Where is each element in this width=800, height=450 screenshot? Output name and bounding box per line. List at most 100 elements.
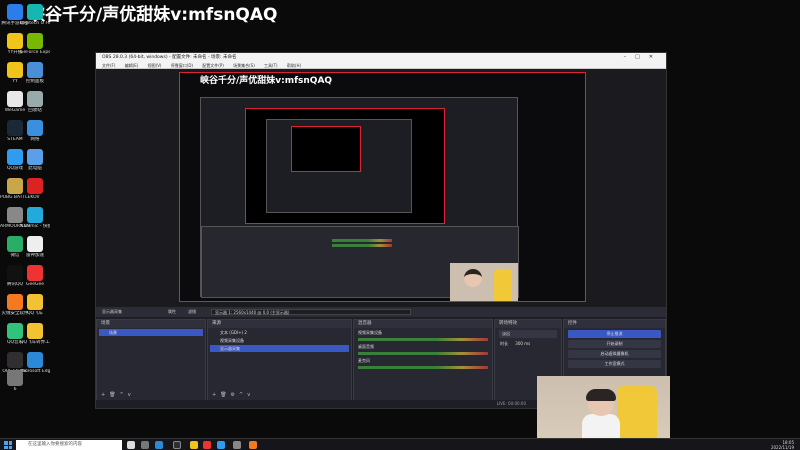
filters-button[interactable]: 滤镜 [188,307,196,317]
obs-title: OBS 28.0.3 (64-bit, windows) - 配置文件: 未命名… [102,55,237,60]
desktop-icon-label: 雷神加速 [26,253,44,258]
menu-tools[interactable]: 工具(T) [264,63,278,68]
desktop-icon[interactable]: 雷神加速 [20,236,50,258]
app-icon [27,178,43,194]
transitions-header: 转场特效 [495,320,561,328]
nested-meter [332,239,392,242]
desktop-icon[interactable]: Nahimic - 快捷方式 [20,207,50,229]
app-icon [27,149,43,165]
app-icon [27,62,43,78]
menu-file[interactable]: 文件(F) [102,63,115,68]
desktop-icon-label: GeForce Experience [20,50,50,55]
menu-view[interactable]: 视图(V) [148,63,162,68]
desktop-icon[interactable]: 此电脑 [20,149,50,171]
scene-item[interactable]: 场景 [99,329,203,336]
folder-icon[interactable] [190,441,198,449]
app-icon [27,4,43,20]
desktop-icon[interactable]: GeeGee [20,265,50,287]
start-recording-button[interactable]: 开始录制 [568,340,661,348]
preview-overlay-title: 峡谷千分/声优甜妹v:mfsnQAQ [200,76,333,86]
gaming-chair [617,386,657,438]
desktop-icon[interactable]: 控制面板 [20,62,50,84]
app-icon [27,323,43,339]
properties-button[interactable]: 属性 [168,307,176,317]
scenes-toolbar[interactable]: +🗑^v [101,392,135,398]
desktop-icon[interactable]: GeForce Experience [20,33,50,55]
desktop-icon[interactable]: QQ飞车转界工具 [20,323,50,345]
tray-date: 2022/11/19 [770,445,794,450]
edge-icon[interactable] [155,441,163,449]
desktop-icon[interactable]: KOV [20,178,50,200]
desktop-icon-label: QQ飞车转界工具 [20,340,50,345]
desktop-icon[interactable]: 回收站 [20,91,50,113]
transition-select[interactable]: 淡出 [499,330,557,338]
app-icon [27,265,43,281]
mixer-channel-name: 麦克风 [358,358,370,363]
obs-menubar: 文件(F) 编辑(E) 视图(V) 停靠窗口(D) 配置文件(P) 场景集合(S… [96,62,666,69]
live-status: LIVE: 00:00:00 [496,401,526,406]
scenes-dock: 场景 场景 +🗑^v [96,319,206,401]
mixer-meter [358,366,488,369]
menu-help[interactable]: 帮助(H) [287,63,301,68]
app-icon [27,207,43,223]
nested-webcam [450,263,518,301]
desktop-icon-label: 网络 [30,137,40,142]
app-icon[interactable] [249,441,257,449]
menu-docks[interactable]: 停靠窗口(D) [171,63,193,68]
sources-toolbar[interactable]: +🗑⚙^v [212,392,254,398]
desktop-icon-label: QQ飞车 [26,311,44,316]
mixer-header: 混音器 [354,320,492,328]
app-icon [27,236,43,252]
app-icon[interactable] [233,441,241,449]
app-icon [27,120,43,136]
studio-mode-button[interactable]: 工作室模式 [568,360,661,368]
desktop-icon-label: Nahimic - 快捷方式 [20,224,50,229]
menu-profile[interactable]: 配置文件(P) [202,63,224,68]
mixer-channel-name: 视频采集设备 [358,330,382,335]
desktop-icon-label: 6 [13,387,17,392]
app-icon [27,33,43,49]
source-toolbar: 显示器采集 属性 滤镜 显示器 1: 2560x1440 @ 0,0 (主显示器… [96,307,666,317]
task-view-icon[interactable] [127,441,135,449]
source-item[interactable]: 显示器采集 [210,345,349,352]
webcam-overlay [537,376,670,438]
source-item[interactable]: 视频采集设备 [210,337,349,344]
desktop-icon[interactable]: 网络 [20,120,50,142]
desktop-icon-label: Logitech G HUB [20,21,50,26]
virtual-camera-button[interactable]: 启动虚拟摄像机 [568,350,661,358]
display-select[interactable]: 显示器 1: 2560x1440 @ 0,0 (主显示器) [211,309,411,315]
stop-streaming-button[interactable]: 停止推流 [568,330,661,338]
source-item[interactable]: 文本 (GDI+) 2 [210,329,349,336]
menu-edit[interactable]: 编辑(E) [125,63,139,68]
desktop-icon[interactable]: 6 [0,370,30,392]
menu-scene-collection[interactable]: 场景集合(S) [233,63,255,68]
controls-header: 控件 [564,320,665,328]
app-icon [27,91,43,107]
app-icon [27,352,43,368]
desktop-icon-label: 此电脑 [28,166,42,171]
desktop-icon-label: KOV [30,195,40,200]
duration-value[interactable]: 300 ms [515,341,530,346]
app-icon[interactable] [217,441,225,449]
taskbar-search-input[interactable]: 在这里输入你要搜索的内容 [16,440,122,450]
window-controls[interactable]: –□✕ [624,53,662,62]
current-source-name: 显示器采集 [102,309,122,314]
desktop-icon[interactable]: Logitech G HUB [20,4,50,26]
app-icon [7,370,23,386]
mixer-channel-name: 桌面音频 [358,344,374,349]
obs-taskbar-icon[interactable] [173,441,181,449]
app-icon[interactable] [203,441,211,449]
sources-dock: 来源 文本 (GDI+) 2 视频采集设备 显示器采集 +🗑⚙^v [207,319,352,401]
desktop-screen: 峡谷千分/声优甜妹v:mfsnQAQ 腾讯手游助手Logitech G HUBY… [0,0,800,450]
stream-overlay-title: 峡谷千分/声优甜妹v:mfsnQAQ [28,5,278,25]
preview-area: 峡谷千分/声优甜妹v:mfsnQAQ [96,69,666,307]
widgets-icon[interactable] [141,441,149,449]
desktop-icon-label: 回收站 [28,108,42,113]
mixer-dock: 混音器 视频采集设备 桌面音频 麦克风 [353,319,493,401]
preview-canvas[interactable]: 峡谷千分/声优甜妹v:mfsnQAQ [179,72,586,302]
desktop-icon[interactable]: QQ飞车 [20,294,50,316]
scenes-header: 场景 [97,320,205,328]
system-tray[interactable]: 18:05 2022/11/19 [771,440,794,450]
windows-start-icon[interactable] [4,441,12,449]
desktop-icon-label: GeeGee [25,282,45,287]
